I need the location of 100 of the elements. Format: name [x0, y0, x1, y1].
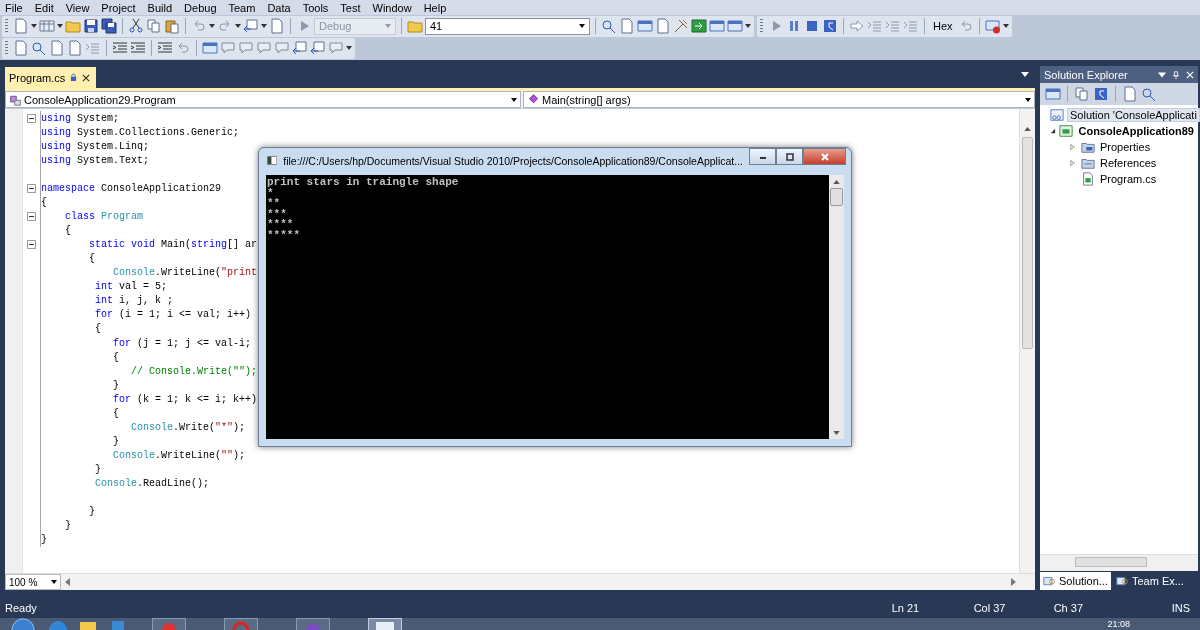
toolbar-grip[interactable] [5, 19, 8, 33]
caret-icon[interactable] [261, 24, 267, 28]
menu-item[interactable]: Debug [184, 1, 217, 14]
search-icon[interactable] [31, 40, 47, 56]
caret-icon[interactable] [51, 580, 57, 584]
maximize-button[interactable] [776, 148, 803, 165]
zoom-dropdown[interactable]: 100 % [5, 574, 61, 590]
window-icon[interactable] [202, 40, 218, 56]
caret-icon[interactable] [1158, 70, 1166, 79]
vertical-scrollbar[interactable] [829, 175, 844, 439]
horizontal-scrollbar[interactable] [1040, 554, 1198, 571]
indent-icon[interactable] [157, 40, 173, 56]
document-tab[interactable]: Program.cs [5, 67, 97, 88]
expand-arrow-icon[interactable] [1069, 160, 1075, 166]
expanded-arrow-icon[interactable] [1050, 128, 1057, 134]
hex-button[interactable]: Hex [930, 20, 956, 32]
vertical-scrollbar[interactable] [1019, 109, 1035, 573]
tools-icon[interactable] [673, 18, 689, 34]
page-icon[interactable] [13, 40, 29, 56]
start-button[interactable] [8, 618, 38, 630]
scroll-up-icon[interactable] [1024, 127, 1031, 131]
window-icon[interactable] [709, 18, 725, 34]
breakpoint-icon[interactable] [984, 18, 1001, 34]
arrow-box-icon[interactable] [691, 18, 707, 34]
caret-icon[interactable] [1021, 72, 1029, 77]
search-icon[interactable] [1141, 86, 1157, 102]
scroll-left-icon[interactable] [65, 578, 70, 586]
expand-arrow-icon[interactable] [1069, 144, 1075, 150]
menu-item[interactable]: File [5, 1, 23, 14]
caret-icon[interactable] [346, 46, 352, 50]
comment-icon[interactable] [220, 40, 236, 56]
menu-item[interactable]: Project [101, 1, 136, 14]
tree-item[interactable]: Properties [1098, 141, 1153, 153]
menu-item[interactable]: Tools [302, 1, 329, 14]
caret-icon[interactable] [31, 24, 37, 28]
close-button[interactable] [803, 148, 846, 165]
scroll-thumb[interactable] [1022, 137, 1033, 349]
page-icon[interactable] [49, 40, 65, 56]
comment-icon[interactable] [238, 40, 254, 56]
tree-item[interactable]: ConsoleApplication89 [1076, 125, 1196, 137]
member-dropdown[interactable]: Main(string[] args) [523, 91, 1035, 108]
paste-icon[interactable] [164, 18, 180, 34]
caret-icon[interactable] [511, 97, 517, 102]
page-icon[interactable] [67, 40, 83, 56]
step-icon[interactable] [85, 40, 101, 56]
pin-icon[interactable] [1172, 70, 1180, 79]
caret-icon[interactable] [1002, 24, 1009, 28]
window-icon[interactable] [637, 18, 653, 34]
restart-icon[interactable] [1093, 86, 1109, 102]
window-icon[interactable] [1045, 86, 1061, 102]
window-arrow-icon[interactable] [310, 40, 326, 56]
tree-item[interactable]: Solution 'ConsoleApplicati [1067, 108, 1200, 122]
window-arrow-icon[interactable] [292, 40, 308, 56]
collapse-icon[interactable] [27, 211, 36, 221]
panel-tab[interactable]: Solution... [1040, 572, 1111, 590]
cut-icon[interactable] [128, 18, 144, 34]
caret-icon[interactable] [745, 24, 751, 28]
caret-icon[interactable] [209, 24, 215, 28]
caret-icon[interactable] [57, 24, 63, 28]
page-icon[interactable] [655, 18, 671, 34]
scroll-down-icon[interactable] [833, 431, 840, 435]
stop-icon[interactable] [804, 18, 820, 34]
window-arrow-icon[interactable] [243, 18, 259, 34]
browser-icon[interactable] [48, 618, 68, 630]
menu-item[interactable]: Team [228, 1, 256, 14]
menu-item[interactable]: View [65, 1, 90, 14]
caret-icon[interactable] [579, 24, 585, 28]
save-all-icon[interactable] [101, 18, 117, 34]
caret-icon[interactable] [1025, 97, 1031, 102]
collapse-icon[interactable] [27, 240, 36, 250]
close-icon[interactable] [82, 73, 91, 82]
caret-icon[interactable] [235, 24, 241, 28]
copy-icon[interactable] [1074, 86, 1090, 102]
toolbar-grip[interactable] [760, 19, 763, 33]
menu-item[interactable]: Edit [34, 1, 54, 14]
collapse-icon[interactable] [27, 113, 36, 123]
menu-item[interactable]: Window [372, 1, 412, 14]
restart-icon[interactable] [822, 18, 838, 34]
scroll-thumb[interactable] [830, 188, 843, 206]
comment-icon[interactable] [256, 40, 272, 56]
page-icon[interactable] [1122, 86, 1138, 102]
scroll-up-icon[interactable] [833, 180, 840, 184]
scroll-thumb[interactable] [1075, 557, 1147, 567]
collapse-icon[interactable] [27, 183, 36, 193]
menu-item[interactable]: Help [423, 1, 447, 14]
toolbar-grip[interactable] [5, 41, 8, 55]
step-icon[interactable] [867, 18, 883, 34]
step-icon[interactable] [903, 18, 919, 34]
menu-item[interactable]: Build [147, 1, 173, 14]
window-icon[interactable] [727, 18, 743, 34]
panel-tab[interactable]: Team Ex... [1112, 572, 1187, 590]
tree-item[interactable]: References [1098, 157, 1159, 169]
indent-icon[interactable] [112, 40, 128, 56]
type-dropdown[interactable]: ConsoleApplication29.Program [5, 91, 521, 108]
find-field[interactable]: 41 [425, 17, 590, 35]
indent-icon[interactable] [130, 40, 146, 56]
menu-item[interactable]: Test [340, 1, 361, 14]
tree-item[interactable]: Program.cs [1098, 173, 1159, 185]
menu-item[interactable]: Data [267, 1, 291, 14]
page-icon[interactable] [619, 18, 635, 34]
